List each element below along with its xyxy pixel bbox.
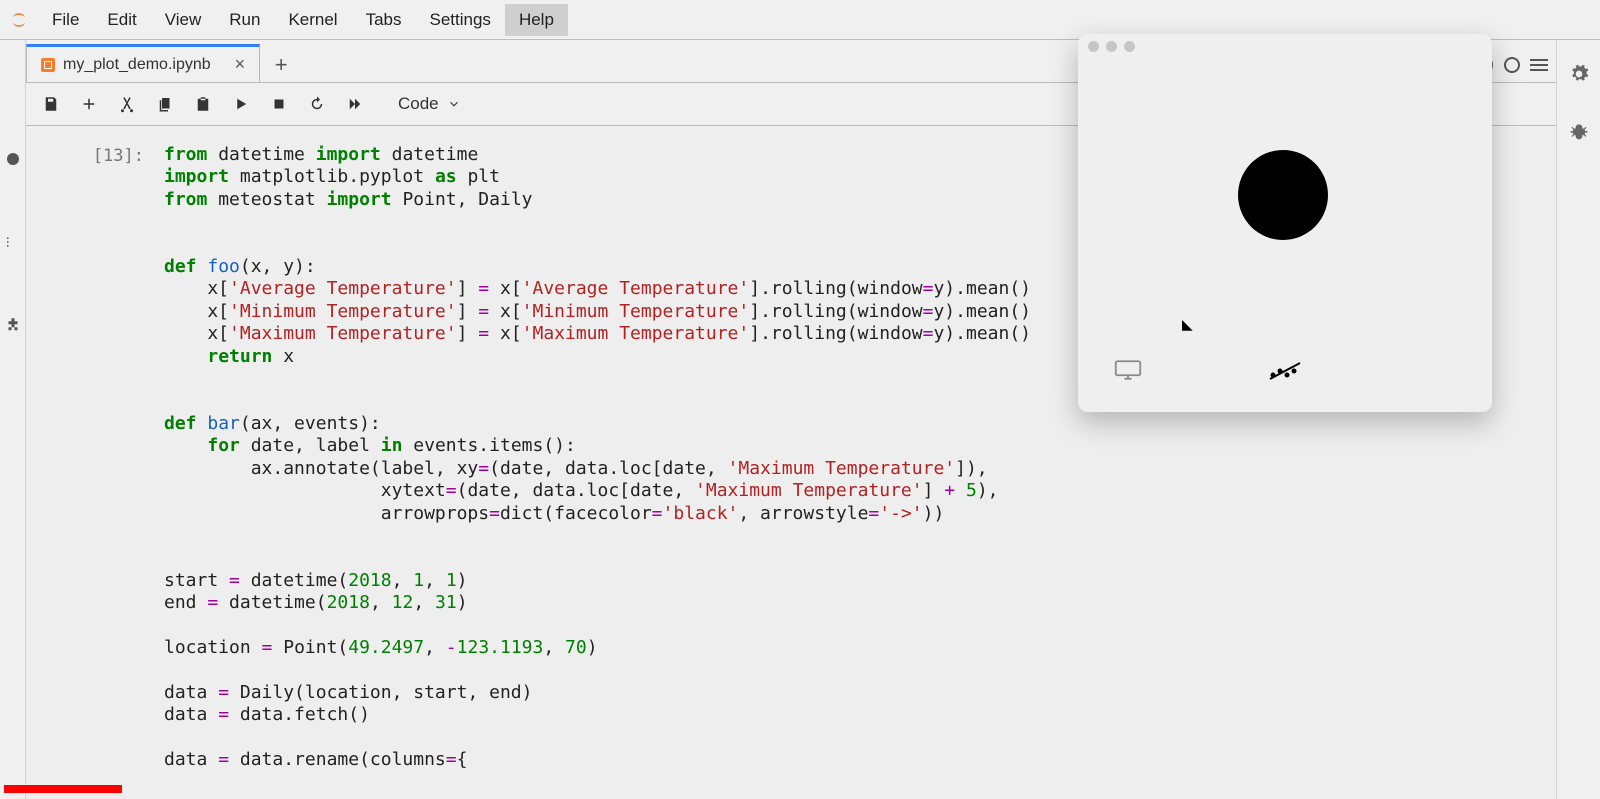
circle-icon[interactable] [4,150,22,173]
menu-settings[interactable]: Settings [416,4,505,36]
cursor-icon: ◣ [1182,316,1193,333]
traffic-light-max[interactable] [1124,41,1135,52]
paste-button[interactable] [186,87,220,121]
gear-icon[interactable] [1569,64,1589,89]
webcam-off-icon [1238,150,1328,240]
cell-type-select[interactable]: Code [386,88,467,120]
connection-off-icon[interactable] [1268,359,1302,386]
bug-icon[interactable] [1569,121,1589,146]
run-all-button[interactable] [338,87,372,121]
tab-filename: my_plot_demo.ipynb [63,56,211,74]
menu-icon[interactable] [1530,59,1548,71]
jupyter-logo-icon [10,11,28,29]
overlay-body: ◣ [1078,58,1492,412]
puzzle-icon[interactable] [4,316,22,339]
cut-button[interactable] [110,87,144,121]
overlay-titlebar[interactable] [1078,34,1492,58]
run-button[interactable] [224,87,258,121]
tab-notebook[interactable]: my_plot_demo.ipynb × [26,44,260,82]
cell-type-value: Code [398,94,439,114]
stop-button[interactable] [262,87,296,121]
notebook-file-icon [41,58,55,72]
kernel-idle-icon [1504,57,1520,73]
menu-tabs[interactable]: Tabs [352,4,416,36]
copy-button[interactable] [148,87,182,121]
right-rail [1556,40,1600,799]
overlay-window[interactable]: ◣ [1078,34,1492,412]
left-rail [0,40,26,799]
list-icon[interactable] [4,233,22,256]
progress-bar[interactable] [4,785,122,793]
menu-file[interactable]: File [38,4,93,36]
traffic-light-min[interactable] [1106,41,1117,52]
add-cell-button[interactable] [72,87,106,121]
menu-run[interactable]: Run [215,4,274,36]
traffic-light-close[interactable] [1088,41,1099,52]
close-icon[interactable]: × [235,54,246,75]
menu-edit[interactable]: Edit [93,4,150,36]
cell-prompt: [13]: [46,144,144,771]
chevron-down-icon [447,96,461,116]
menu-view[interactable]: View [151,4,216,36]
restart-button[interactable] [300,87,334,121]
menu-help[interactable]: Help [505,4,568,36]
new-tab-button[interactable]: + [264,48,298,82]
save-button[interactable] [34,87,68,121]
kernel-status-cluster: ) [1489,56,1548,74]
menu-kernel[interactable]: Kernel [274,4,351,36]
monitor-icon[interactable] [1114,359,1142,386]
